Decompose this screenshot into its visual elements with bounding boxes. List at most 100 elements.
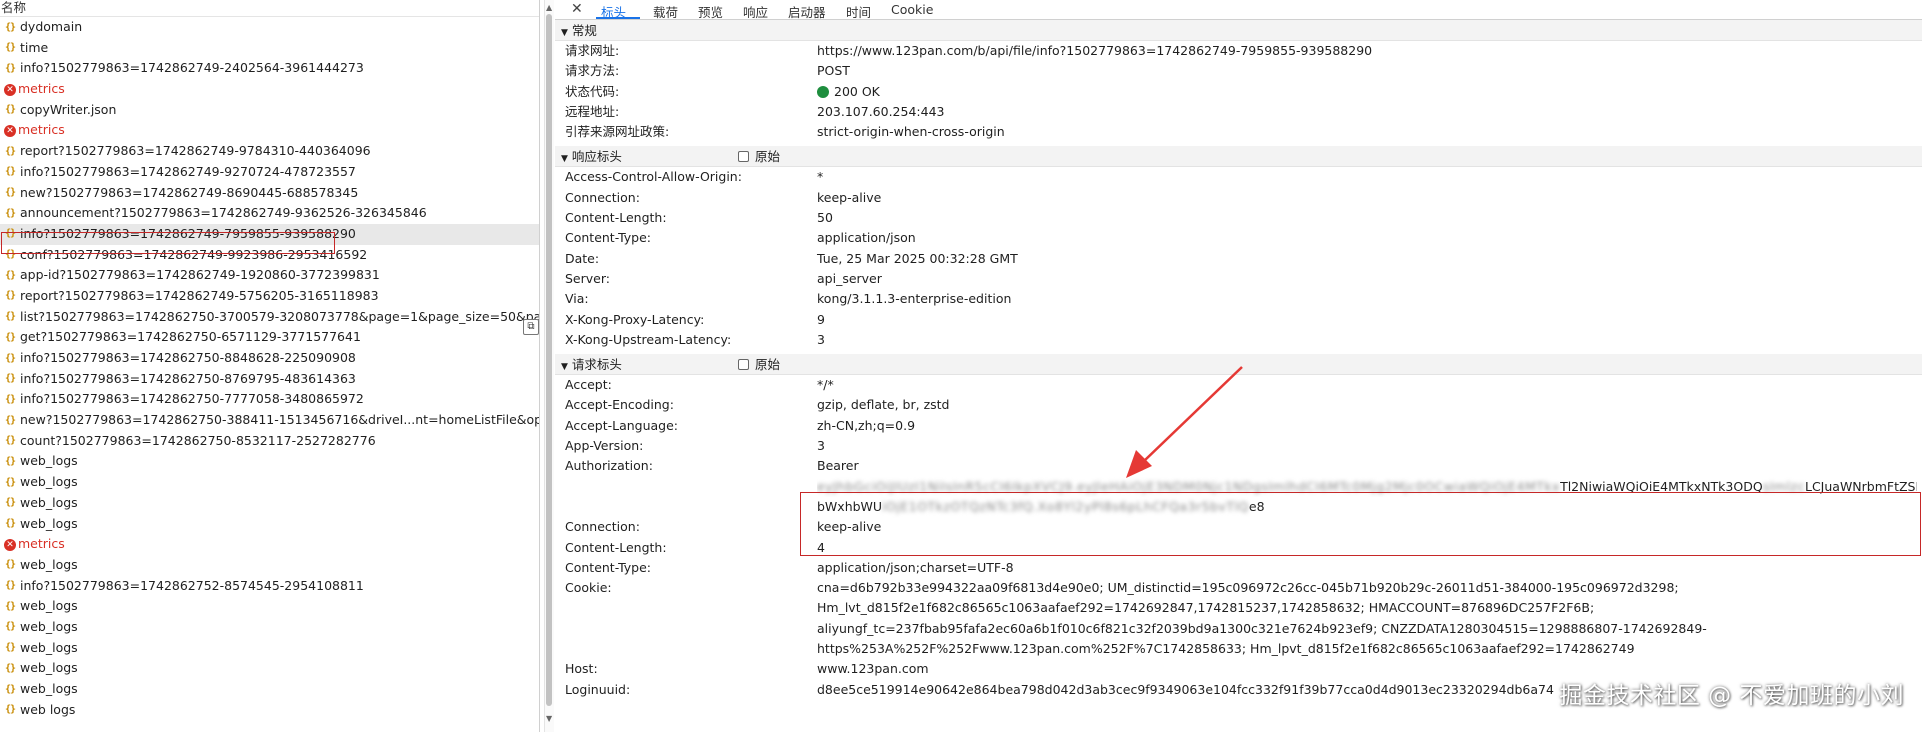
header-key: 状态代码: [565,83,620,99]
request-row[interactable]: {} app-id?1502779863=1742862749-1920860-3… [0,265,539,286]
header-value[interactable]: 203.107.60.254:443 [817,102,944,122]
header-value[interactable]: 200 OK [817,82,880,102]
name-column-header[interactable]: 名称 [0,0,539,17]
header-key: X-Kong-Proxy-Latency: [565,311,705,327]
request-row[interactable]: {} info?1502779863=1742862749-7959855-939… [0,223,539,245]
request-row[interactable]: {} info?1502779863=1742862749-2402564-396… [0,58,539,79]
raw-toggle[interactable]: 原始 [738,146,780,167]
request-row[interactable]: {} dydomain [0,17,539,38]
header-value[interactable]: application/json [817,228,916,248]
request-headers-section-header[interactable]: ▼ 请求标头 原始 [555,354,1922,376]
raw-toggle[interactable]: 原始 [738,354,780,375]
xhr-icon: {} [4,642,16,654]
scroll-up-arrow-icon[interactable]: ▲ [546,3,552,12]
header-value[interactable]: d8ee5ce519914e90642e864bea798d042d3ab3ce… [817,680,1554,700]
request-row[interactable]: {} info?1502779863=1742862750-7777058-348… [0,389,539,410]
header-value[interactable]: 3 [817,436,825,456]
header-value-text: Tue, 25 Mar 2025 00:32:28 GMT [817,250,1018,266]
header-value-text: 9 [817,311,825,327]
header-value[interactable]: https://www.123pan.com/b/api/file/info?1… [817,41,1372,61]
header-value[interactable]: 3 [817,330,825,350]
header-key: 引荐来源网址政策: [565,124,670,140]
request-row[interactable]: {} web_logs [0,514,539,535]
request-row[interactable]: {} announcement?1502779863=1742862749-936… [0,203,539,224]
header-value[interactable]: keep-alive [817,517,881,537]
request-row[interactable]: {} info?1502779863=1742862750-8848628-225… [0,348,539,369]
header-value[interactable]: * [817,167,823,187]
header-value[interactable]: keep-alive [817,188,881,208]
request-row[interactable]: ✕ metrics [0,120,539,141]
request-row[interactable]: {} report?1502779863=1742862749-5756205-3… [0,286,539,307]
header-value[interactable]: POST [817,61,850,81]
header-row: 请求网址: https://www.123pan.com/b/api/file/i… [555,41,1922,61]
close-icon[interactable]: ✕ [571,1,583,17]
header-value[interactable]: zh-CN,zh;q=0.9 [817,416,915,436]
request-row[interactable]: {} info?1502779863=1742862752-8574545-295… [0,576,539,597]
scrollbar-thumb[interactable] [546,14,552,706]
header-row: 请求方法: POST [555,61,1922,81]
request-row[interactable]: {} copyWriter.json [0,100,539,121]
tab-cookie[interactable]: Cookie [891,2,933,17]
header-value[interactable]: strict-origin-when-cross-origin [817,122,1005,142]
request-row[interactable]: {} web_logs [0,451,539,472]
header-value[interactable]: www.123pan.com [817,659,929,679]
raw-checkbox[interactable] [738,359,749,371]
header-row: Server: api_server [555,269,1922,289]
request-row[interactable]: {} web_logs [0,638,539,659]
general-section-header[interactable]: ▼ 常规 [555,20,1922,41]
request-row[interactable]: {} new?1502779863=1742862750-388411-15134… [0,410,539,431]
request-row[interactable]: {} time [0,38,539,59]
scroll-down-arrow-icon[interactable]: ▼ [546,714,552,723]
request-name: info?1502779863=1742862750-8848628-22509… [20,350,356,366]
request-name: web_logs [20,557,78,573]
request-row[interactable]: {} web_logs [0,596,539,617]
cookie-value[interactable]: cna=d6b792b33e994322aa09f6813d4e90e0; UM… [817,578,1922,659]
request-row[interactable]: ✕ metrics [0,79,539,100]
header-key: Via: [565,291,589,307]
xhr-icon: {} [4,21,16,33]
tab-preview[interactable]: 预览 [698,2,723,21]
request-row[interactable]: {} report?1502779863=1742862749-9784310-4… [0,141,539,162]
request-row[interactable]: {} get?1502779863=1742862750-6571129-3771… [0,327,539,348]
tab-initiator[interactable]: 启动器 [788,2,826,21]
request-row[interactable]: {} list?1502779863=1742862750-3700579-320… [0,307,539,328]
raw-checkbox[interactable] [738,151,749,163]
header-value[interactable]: application/json;charset=UTF-8 [817,558,1014,578]
request-row[interactable]: {} web_logs [0,472,539,493]
header-value[interactable]: gzip, deflate, br, zstd [817,395,949,415]
request-row[interactable]: {} info?1502779863=1742862750-8769795-483… [0,369,539,390]
request-row[interactable]: {} web_logs [0,555,539,576]
request-row[interactable]: {} web_logs [0,493,539,514]
request-row[interactable]: {} conf?1502779863=1742862749-9923986-295… [0,245,539,266]
xhr-icon: {} [4,497,16,509]
header-value[interactable]: kong/3.1.1.3-enterprise-edition [817,289,1011,309]
xhr-icon: {} [4,662,16,674]
header-value-text: gzip, deflate, br, zstd [817,397,950,413]
authorization-value[interactable]: Bearer eyJhbGciOiJIUzI1NiIsInR5cCI6IkpXVC… [817,456,1922,517]
request-row[interactable]: {} info?1502779863=1742862749-9270724-478… [0,162,539,183]
request-row[interactable]: {} count?1502779863=1742862750-8532117-25… [0,431,539,452]
request-row[interactable]: {} web_logs [0,617,539,638]
xhr-icon: {} [4,187,16,198]
request-row[interactable]: {} new?1502779863=1742862749-8690445-6885… [0,183,539,204]
copy-icon[interactable]: ⧉ [523,319,539,335]
header-value[interactable]: Tue, 25 Mar 2025 00:32:28 GMT [817,249,1018,269]
request-row[interactable]: {} web logs [0,700,539,721]
header-value[interactable]: api_server [817,269,882,289]
tab-response[interactable]: 响应 [743,2,768,21]
request-row[interactable]: {} web_logs [0,658,539,679]
request-row[interactable]: {} web_logs [0,679,539,700]
header-value[interactable]: 4 [817,538,825,558]
response-headers-section-header[interactable]: ▼ 响应标头 原始 [555,146,1922,168]
header-key: App-Version: [565,438,644,454]
tab-payload[interactable]: 载荷 [653,2,678,21]
request-name: web_logs [20,681,78,697]
header-value[interactable]: 9 [817,310,825,330]
header-value-text: application/json [817,230,916,246]
request-name: conf?1502779863=1742862749-9923986-29534… [20,246,368,262]
request-row[interactable]: ✕ metrics [0,534,539,555]
header-value[interactable]: */* [817,375,834,395]
error-icon: ✕ [4,124,16,137]
header-value[interactable]: 50 [817,208,833,228]
tab-timing[interactable]: 时间 [846,2,871,21]
